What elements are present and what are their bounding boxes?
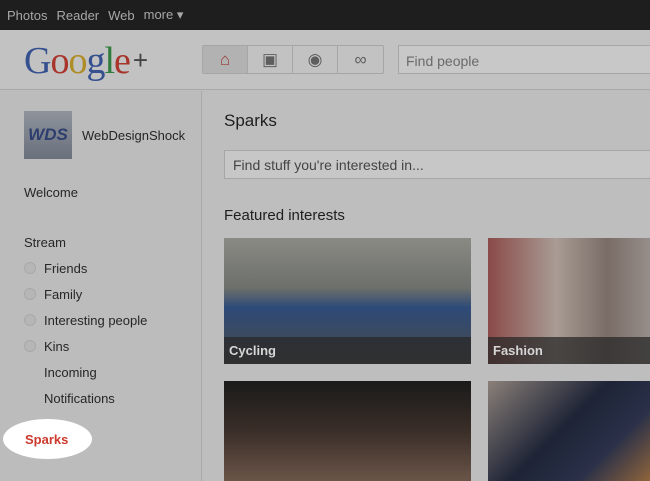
sidebar-item-sparks[interactable]: Sparks (25, 432, 68, 447)
header: Google + ⌂ ▣ ◉ ∞ Find people (0, 30, 650, 90)
featured-heading: Featured interests (224, 207, 345, 224)
sidebar-item-interesting-people[interactable]: Interesting people (44, 313, 147, 328)
circle-icon (24, 262, 36, 274)
sidebar-item-notifications[interactable]: Notifications (44, 391, 115, 406)
sidebar-item-stream[interactable]: Stream (24, 235, 66, 250)
tile-movies[interactable] (224, 381, 471, 481)
user-name[interactable]: WebDesignShock (82, 128, 185, 143)
tile-cycling[interactable]: Cycling (224, 238, 471, 364)
sidebar-item-friends[interactable]: Friends (44, 261, 87, 276)
nav-buttons: ⌂ ▣ ◉ ∞ (202, 45, 384, 74)
profile-icon[interactable]: ◉ (293, 46, 338, 73)
home-icon[interactable]: ⌂ (203, 46, 248, 73)
circle-icon (24, 340, 36, 352)
sidebar-item-welcome[interactable]: Welcome (24, 185, 78, 200)
topbar-web[interactable]: Web (108, 8, 135, 23)
circle-icon (24, 314, 36, 326)
tile-label: Fashion (488, 337, 650, 364)
sidebar-item-incoming[interactable]: Incoming (44, 365, 97, 380)
topbar-photos[interactable]: Photos (7, 8, 47, 23)
top-bar: Photos Reader Web more ▾ (0, 0, 650, 30)
topbar-reader[interactable]: Reader (56, 8, 99, 23)
google-plus-logo[interactable]: Google + (24, 39, 148, 83)
find-people-input[interactable]: Find people (398, 45, 650, 74)
main-content: Sparks Find stuff you're interested in..… (203, 91, 650, 481)
avatar[interactable]: WDS (24, 111, 72, 159)
circles-icon[interactable]: ∞ (338, 46, 383, 73)
page-title: Sparks (224, 111, 277, 130)
tile-fashion[interactable]: Fashion (488, 238, 650, 364)
topbar-more[interactable]: more ▾ (144, 7, 184, 23)
circle-icon (24, 288, 36, 300)
sidebar: WDS WebDesignShock Welcome Stream Friend… (0, 91, 202, 481)
tile-label: Cycling (224, 337, 471, 364)
sidebar-item-family[interactable]: Family (44, 287, 82, 302)
photos-icon[interactable]: ▣ (248, 46, 293, 73)
sparks-search-input[interactable]: Find stuff you're interested in... (224, 150, 650, 179)
tile-food[interactable] (488, 381, 650, 481)
sidebar-item-kins[interactable]: Kins (44, 339, 69, 354)
